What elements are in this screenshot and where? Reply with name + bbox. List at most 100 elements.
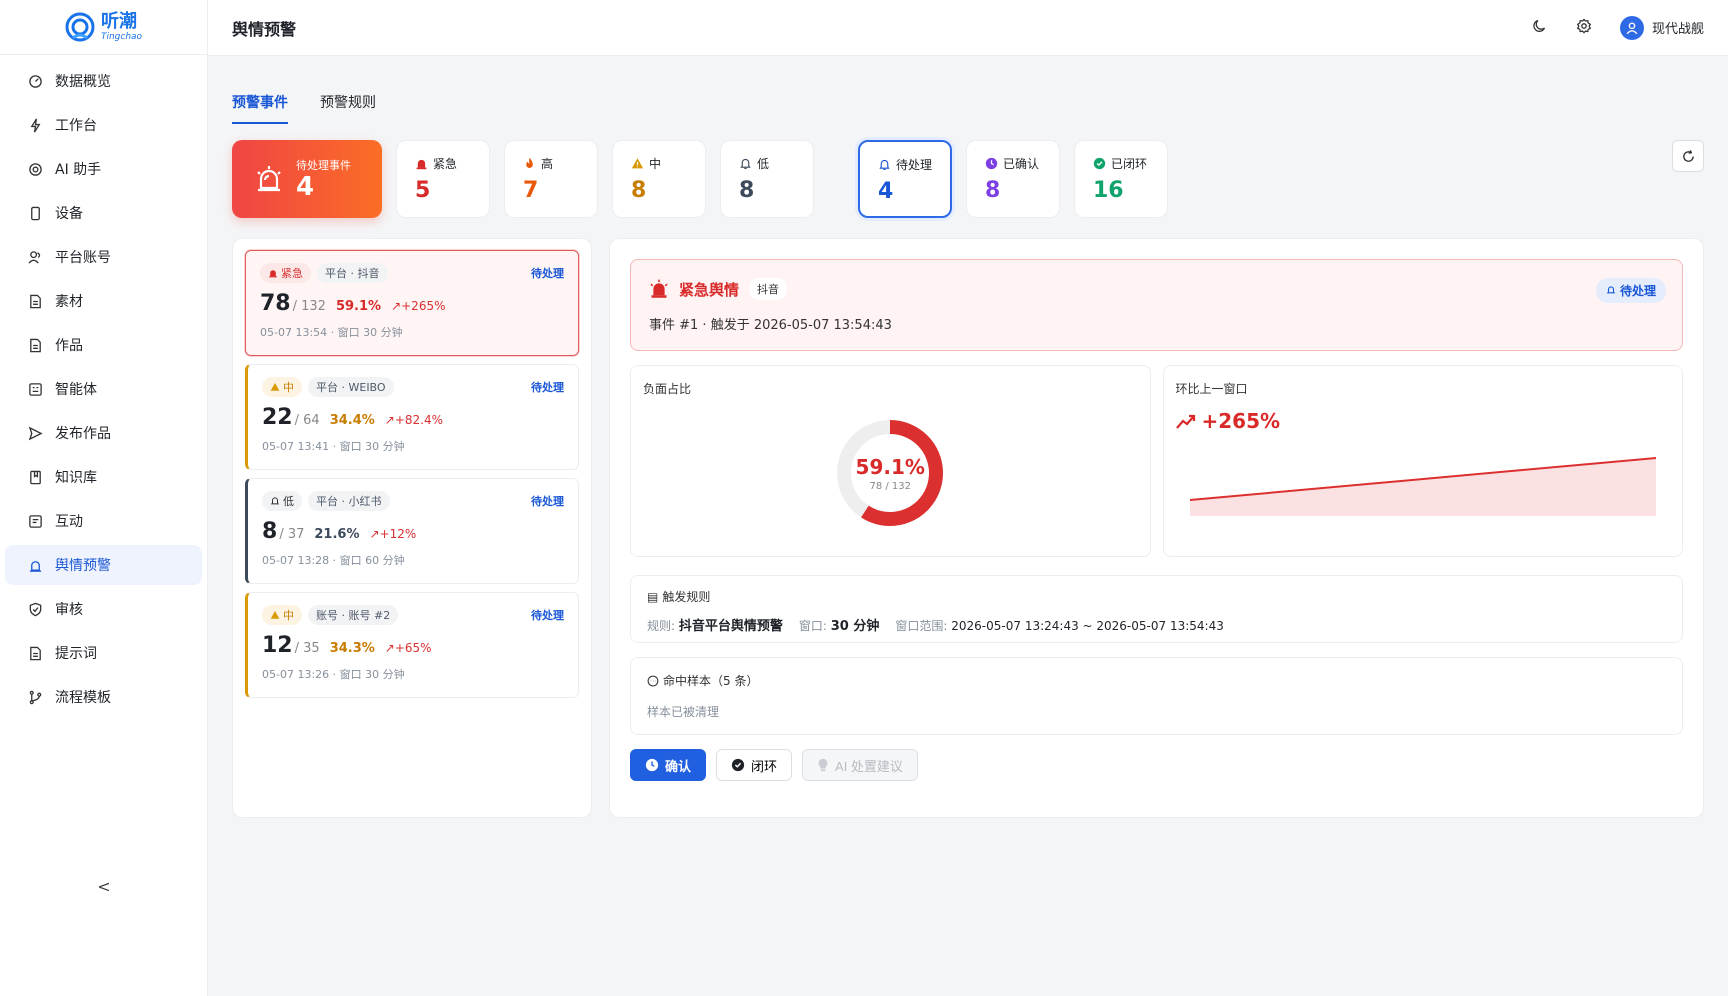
stat-closed[interactable]: 已闭环 16 [1074, 140, 1168, 218]
event-card[interactable]: 中 账号 · 账号 #2 待处理 12/ 35 34.3% ↗+65% 05-0… [245, 592, 579, 698]
document-icon [27, 337, 43, 353]
stat-medium[interactable]: 中 8 [612, 140, 706, 218]
lightbulb-icon [818, 758, 828, 772]
sidebar-item-label: 流程模板 [55, 690, 111, 706]
ai-suggestion-button[interactable]: AI 处置建议 [802, 749, 918, 781]
logo[interactable]: 听潮 Tingchao [0, 0, 207, 55]
trend-line-chart [1189, 457, 1656, 516]
stat-pending-label: 待处理 [896, 158, 933, 172]
event-card[interactable]: 中 平台 · WEIBO 待处理 22/ 64 34.4% ↗+82.4% 05… [245, 364, 579, 470]
event-list: 紧急 平台 · 抖音 待处理 78/ 132 59.1% ↗+265% 05-0… [232, 238, 592, 818]
close-loop-button[interactable]: 闭环 [716, 749, 793, 781]
sidebar-item-review[interactable]: 审核 [5, 589, 202, 629]
sidebar-item-label: 提示词 [55, 646, 97, 662]
bell-icon [740, 158, 751, 169]
trend-up-icon: ↗ [369, 527, 380, 541]
refresh-button[interactable] [1672, 140, 1704, 172]
status-badge: 待处理 [531, 267, 564, 280]
trend-up-icon: ↗ [384, 413, 395, 427]
scope-tag: 平台 · WEIBO [308, 377, 394, 397]
stat-high-value: 7 [523, 178, 539, 203]
sidebar-item-label: 设备 [55, 206, 83, 222]
status-badge: 待处理 [531, 495, 564, 508]
event-time: 05-07 13:28 · 窗口 60 分钟 [262, 554, 405, 567]
scope-tag: 账号 · 账号 #2 [308, 605, 399, 625]
sidebar-item-accounts[interactable]: 平台账号 [5, 237, 202, 277]
sidebar-item-overview[interactable]: 数据概览 [5, 61, 202, 101]
user-menu[interactable]: 现代战舰 [1619, 15, 1704, 40]
sidebar-item-device[interactable]: 设备 [5, 193, 202, 233]
growth-label: 环比上一窗口 [1175, 382, 1248, 396]
stat-pending[interactable]: 待处理 4 [858, 140, 952, 218]
sidebar-item-materials[interactable]: 素材 [5, 281, 202, 321]
tab-alert-rules[interactable]: 预警规则 [320, 92, 376, 124]
tab-alert-events[interactable]: 预警事件 [232, 92, 288, 124]
stat-confirmed[interactable]: 已确认 8 [966, 140, 1060, 218]
phone-icon [27, 205, 43, 221]
sidebar-item-publish[interactable]: 发布作品 [5, 413, 202, 453]
rule-icon: ▤ [647, 589, 659, 604]
trend-up-icon: ↗ [384, 641, 395, 655]
page-title: 舆情预警 [232, 19, 297, 39]
trend-area [1189, 458, 1656, 516]
check-circle-icon [731, 758, 745, 772]
status-badge: 待处理 [1595, 278, 1666, 303]
chat-icon [647, 675, 659, 686]
event-card[interactable]: 紧急 平台 · 抖音 待处理 78/ 132 59.1% ↗+265% 05-0… [245, 250, 579, 356]
growth-card: 环比上一窗口 +265% [1162, 365, 1683, 557]
hit-count: 22 [262, 405, 293, 430]
negative-ratio-card: 负面占比 59.1% 78 / 132 [630, 365, 1151, 557]
sidebar-item-works[interactable]: 作品 [5, 325, 202, 365]
siren-icon [416, 159, 427, 170]
stat-urgent-label: 紧急 [433, 157, 458, 171]
tabs: 预警事件 预警规则 [232, 92, 1704, 124]
send-icon [27, 425, 43, 441]
sidebar-item-agents[interactable]: 智能体 [5, 369, 202, 409]
ai-icon [27, 161, 43, 177]
moon-icon[interactable] [1532, 18, 1548, 38]
stat-high[interactable]: 高 7 [504, 140, 598, 218]
sidebar-item-flow-templates[interactable]: 流程模板 [5, 677, 202, 717]
sidebar-item-interaction[interactable]: 互动 [5, 501, 202, 541]
sidebar-item-knowledge[interactable]: 知识库 [5, 457, 202, 497]
sidebar-item-ai-assistant[interactable]: AI 助手 [5, 149, 202, 189]
level-badge: 中 [262, 377, 302, 397]
sidebar-collapse-button[interactable]: < [0, 877, 208, 896]
sidebar-item-sentiment-alert[interactable]: 舆情预警 [5, 545, 202, 585]
stat-low[interactable]: 低 8 [720, 140, 814, 218]
alert-subtitle: 事件 #1 · 触发于 2026-05-07 13:54:43 [649, 318, 892, 333]
fire-icon [526, 157, 533, 168]
siren-icon [650, 279, 668, 298]
pending-events-card[interactable]: 待处理事件 4 [232, 140, 382, 218]
growth-value: +265% [1201, 409, 1281, 433]
rule-key: 规则: [647, 619, 676, 633]
sidebar-item-workbench[interactable]: 工作台 [5, 105, 202, 145]
bell-icon [270, 497, 280, 505]
trend-value: ↗+265% [391, 299, 446, 313]
check-circle-icon [1093, 157, 1106, 170]
stat-urgent[interactable]: 紧急 5 [396, 140, 490, 218]
window-key: 窗口: [798, 619, 827, 633]
sidebar-item-label: 发布作品 [55, 426, 111, 442]
event-time: 05-07 13:26 · 窗口 30 分钟 [262, 668, 405, 681]
logo-subname: Tingchao [100, 31, 143, 42]
main-content: 预警事件 预警规则 待处理事件 4 紧急 5 高 7 中 8 低 8 待处理 4… [232, 56, 1704, 818]
hit-samples-box: 命中样本（5 条） 样本已被清理 [630, 657, 1683, 735]
warning-icon [270, 610, 280, 619]
alarm-icon [27, 557, 43, 573]
book-icon [27, 469, 43, 485]
shield-check-icon [27, 601, 43, 617]
bell-icon [1606, 286, 1615, 294]
total-count: / 37 [279, 527, 305, 542]
gear-icon[interactable] [1576, 18, 1592, 38]
total-count: / 35 [294, 641, 320, 656]
sidebar-item-label: 互动 [55, 514, 83, 530]
stat-urgent-value: 5 [415, 178, 431, 203]
event-time: 05-07 13:54 · 窗口 30 分钟 [260, 326, 403, 339]
sidebar-item-prompts[interactable]: 提示词 [5, 633, 202, 673]
confirm-button[interactable]: 确认 [630, 749, 707, 781]
trend-value: ↗+12% [369, 527, 417, 541]
avatar [1619, 15, 1644, 40]
event-card[interactable]: 低 平台 · 小红书 待处理 8/ 37 21.6% ↗+12% 05-07 1… [245, 478, 579, 584]
users-icon [27, 249, 43, 265]
